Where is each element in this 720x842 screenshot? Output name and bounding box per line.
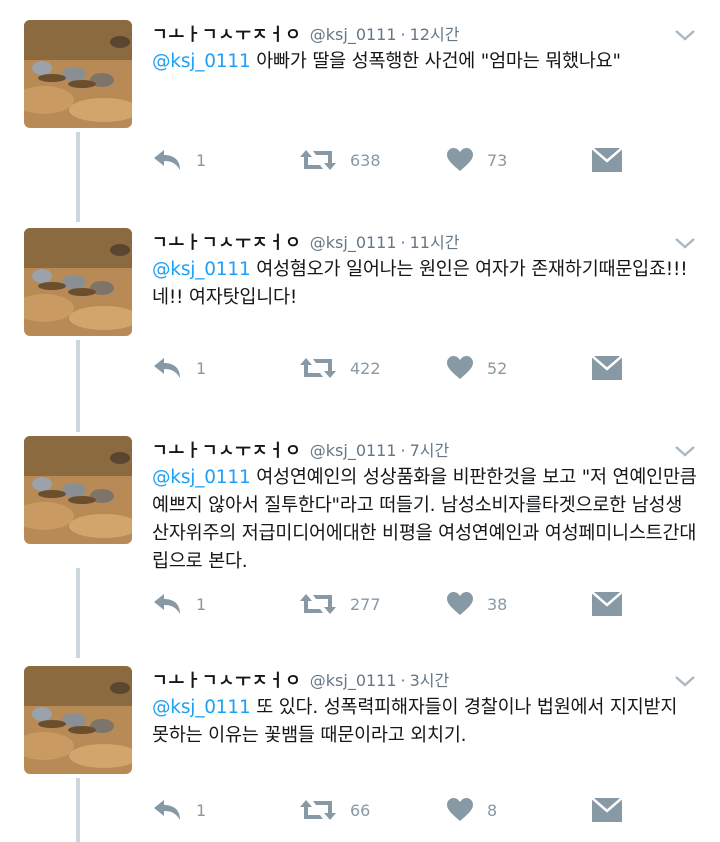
reply-icon — [154, 358, 180, 378]
tweet-body: 아빠가 딸을 성폭행한 사건에 "엄마는 뭐했나요" — [250, 51, 621, 72]
retweet-button[interactable]: 422 — [300, 350, 381, 386]
mention-link[interactable]: @ksj_0111 — [152, 51, 251, 72]
tweet-text: @ksj_0111 또 있다. 성폭력피해자들이 경찰이나 법원에서 지지받지 … — [152, 694, 697, 750]
like-count: 73 — [487, 150, 508, 170]
display-name[interactable]: ㄱㅗㅏㄱㅅㅜㅈㅓㅇ — [152, 671, 302, 691]
like-count: 8 — [487, 800, 498, 820]
timestamp[interactable]: 7시간 — [410, 441, 450, 460]
like-button[interactable]: 52 — [447, 350, 507, 386]
avatar[interactable] — [24, 436, 132, 544]
direct-message-icon — [592, 356, 622, 380]
reply-button[interactable]: 1 — [152, 142, 206, 178]
display-name[interactable]: ㄱㅗㅏㄱㅅㅜㅈㅓㅇ — [152, 233, 302, 253]
direct-message-icon — [592, 592, 622, 616]
mention-link[interactable]: @ksj_0111 — [152, 697, 251, 718]
reply-button[interactable]: 1 — [152, 792, 206, 828]
avatar[interactable] — [24, 666, 132, 774]
heart-icon — [447, 592, 473, 615]
heart-icon — [447, 356, 473, 379]
tweet[interactable]: ㄱㅗㅏㄱㅅㅜㅈㅓㅇ @ksj_0111 · 3시간 @ksj_0111 또 있다. 성… — [0, 666, 720, 842]
direct-message-icon — [592, 148, 622, 172]
direct-message-button[interactable] — [592, 586, 622, 622]
tweet-actions: 1 277 38 — [152, 586, 632, 622]
timestamp[interactable]: 12시간 — [410, 25, 460, 44]
separator-dot: · — [400, 233, 406, 252]
timestamp[interactable]: 3시간 — [410, 671, 450, 690]
reply-icon — [154, 594, 180, 614]
reply-button[interactable]: 1 — [152, 586, 206, 622]
tweet-header: ㄱㅗㅏㄱㅅㅜㅈㅓㅇ @ksj_0111 · 11시간 — [152, 230, 459, 256]
retweet-count: 66 — [350, 800, 371, 820]
tweet[interactable]: ㄱㅗㅏㄱㅅㅜㅈㅓㅇ @ksj_0111 · 12시간 @ksj_0111 아빠가 딸을… — [0, 20, 720, 220]
avatar[interactable] — [24, 20, 132, 128]
tweet-actions: 1 422 52 — [152, 350, 632, 386]
like-count: 38 — [487, 594, 508, 614]
user-handle[interactable]: @ksj_0111 — [310, 233, 397, 252]
retweet-icon — [300, 150, 336, 170]
chevron-down-icon[interactable] — [674, 236, 696, 250]
direct-message-icon — [592, 798, 622, 822]
reply-icon — [154, 150, 180, 170]
reply-button[interactable]: 1 — [152, 350, 206, 386]
user-handle[interactable]: @ksj_0111 — [310, 671, 397, 690]
reply-count: 1 — [196, 358, 207, 378]
separator-dot: · — [400, 25, 406, 44]
retweet-icon — [300, 358, 336, 378]
retweet-icon — [300, 800, 336, 820]
tweet-text: @ksj_0111 아빠가 딸을 성폭행한 사건에 "엄마는 뭐했나요" — [152, 48, 697, 76]
tweet-header: ㄱㅗㅏㄱㅅㅜㅈㅓㅇ @ksj_0111 · 7시간 — [152, 438, 449, 464]
tweet[interactable]: ㄱㅗㅏㄱㅅㅜㅈㅓㅇ @ksj_0111 · 7시간 @ksj_0111 여성연예인의 … — [0, 436, 720, 656]
retweet-button[interactable]: 638 — [300, 142, 381, 178]
mention-link[interactable]: @ksj_0111 — [152, 467, 251, 488]
retweet-button[interactable]: 277 — [300, 586, 381, 622]
reply-count: 1 — [196, 594, 207, 614]
user-handle[interactable]: @ksj_0111 — [310, 25, 397, 44]
tweet[interactable]: ㄱㅗㅏㄱㅅㅜㅈㅓㅇ @ksj_0111 · 11시간 @ksj_0111 여성혐오가 … — [0, 228, 720, 428]
mention-link[interactable]: @ksj_0111 — [152, 259, 251, 280]
separator-dot: · — [400, 671, 406, 690]
display-name[interactable]: ㄱㅗㅏㄱㅅㅜㅈㅓㅇ — [152, 25, 302, 45]
direct-message-button[interactable] — [592, 792, 622, 828]
like-count: 52 — [487, 358, 508, 378]
chevron-down-icon[interactable] — [674, 444, 696, 458]
tweet-header: ㄱㅗㅏㄱㅅㅜㅈㅓㅇ @ksj_0111 · 12시간 — [152, 22, 459, 48]
chevron-down-icon[interactable] — [674, 674, 696, 688]
tweet-actions: 1 66 8 — [152, 792, 632, 828]
separator-dot: · — [400, 441, 406, 460]
heart-icon — [447, 798, 473, 821]
retweet-button[interactable]: 66 — [300, 792, 370, 828]
tweet-text: @ksj_0111 여성혐오가 일어나는 원인은 여자가 존재하기때문입죠!!!… — [152, 256, 697, 312]
timestamp[interactable]: 11시간 — [410, 233, 460, 252]
display-name[interactable]: ㄱㅗㅏㄱㅅㅜㅈㅓㅇ — [152, 441, 302, 461]
direct-message-button[interactable] — [592, 142, 622, 178]
tweet-text: @ksj_0111 여성연예인의 성상품화을 비판한것을 보고 "저 연예인만큼… — [152, 464, 697, 576]
reply-count: 1 — [196, 150, 207, 170]
reply-count: 1 — [196, 800, 207, 820]
retweet-count: 277 — [350, 594, 381, 614]
like-button[interactable]: 73 — [447, 142, 507, 178]
like-button[interactable]: 38 — [447, 586, 507, 622]
retweet-icon — [300, 594, 336, 614]
avatar[interactable] — [24, 228, 132, 336]
retweet-count: 422 — [350, 358, 381, 378]
chevron-down-icon[interactable] — [674, 28, 696, 42]
like-button[interactable]: 8 — [447, 792, 497, 828]
heart-icon — [447, 148, 473, 171]
tweet-header: ㄱㅗㅏㄱㅅㅜㅈㅓㅇ @ksj_0111 · 3시간 — [152, 668, 449, 694]
retweet-count: 638 — [350, 150, 381, 170]
user-handle[interactable]: @ksj_0111 — [310, 441, 397, 460]
tweet-actions: 1 638 73 — [152, 142, 632, 178]
direct-message-button[interactable] — [592, 350, 622, 386]
reply-icon — [154, 800, 180, 820]
